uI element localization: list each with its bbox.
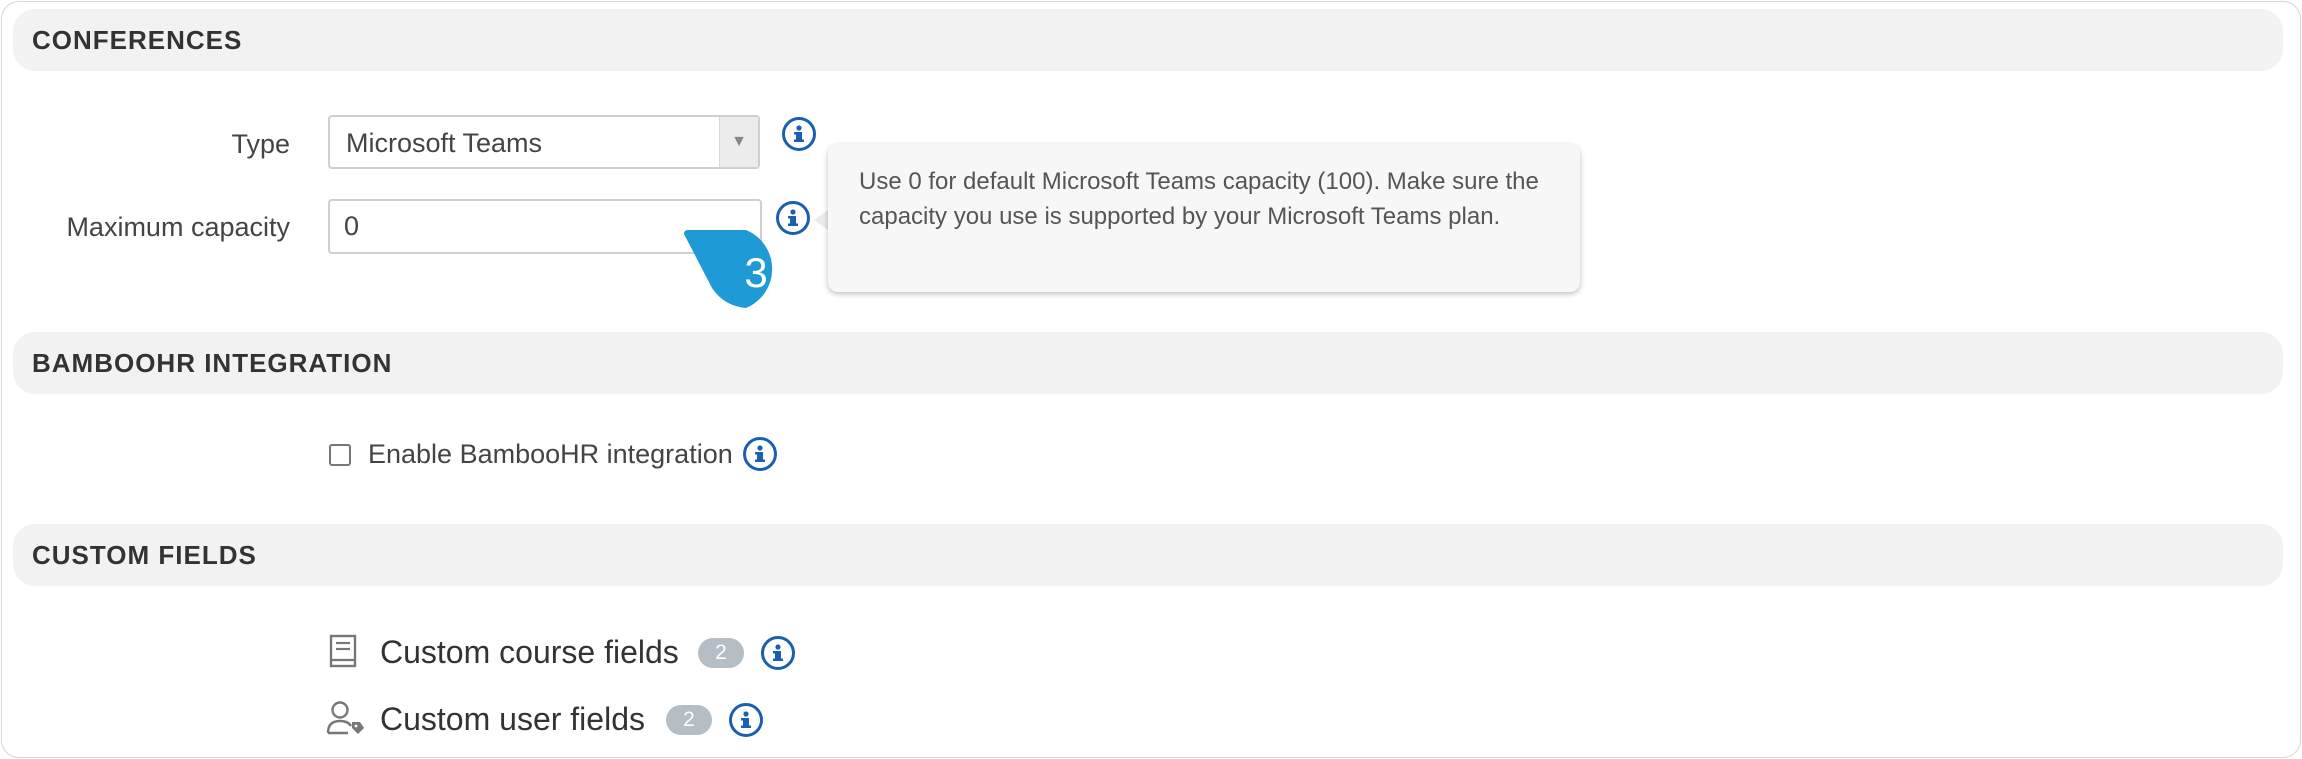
custom-course-fields-link[interactable]: Custom course fields bbox=[380, 632, 679, 672]
info-icon[interactable] bbox=[729, 703, 763, 737]
custom-fields-section-header: CUSTOM FIELDS bbox=[13, 524, 2283, 586]
count-badge: 2 bbox=[698, 638, 744, 668]
bamboohr-section-header: BAMBOOHR INTEGRATION bbox=[13, 332, 2283, 394]
enable-bamboohr-checkbox[interactable] bbox=[329, 444, 351, 466]
tooltip-arrow bbox=[814, 210, 828, 230]
section-title: CUSTOM FIELDS bbox=[32, 540, 257, 570]
enable-bamboohr-label[interactable]: Enable BambooHR integration bbox=[368, 435, 733, 473]
tooltip-text: Use 0 for default Microsoft Teams capaci… bbox=[859, 168, 1539, 230]
section-title: BAMBOOHR INTEGRATION bbox=[32, 348, 393, 378]
capacity-tooltip: Use 0 for default Microsoft Teams capaci… bbox=[828, 144, 1580, 292]
chevron-down-icon[interactable]: ▼ bbox=[719, 117, 758, 167]
book-icon bbox=[329, 634, 357, 668]
count-badge: 2 bbox=[666, 705, 712, 735]
type-label: Type bbox=[231, 129, 290, 159]
maximum-capacity-label: Maximum capacity bbox=[66, 212, 290, 242]
info-icon[interactable] bbox=[782, 117, 816, 151]
section-title: CONFERENCES bbox=[32, 25, 243, 55]
info-icon[interactable] bbox=[743, 437, 777, 471]
conferences-section-header: CONFERENCES bbox=[13, 9, 2283, 71]
step-callout-number: 3 bbox=[744, 249, 768, 296]
type-select-value: Microsoft Teams bbox=[346, 128, 543, 158]
custom-user-fields-link[interactable]: Custom user fields bbox=[380, 699, 645, 739]
type-select[interactable]: Microsoft Teams ▼ bbox=[328, 115, 760, 169]
info-icon[interactable] bbox=[761, 636, 795, 670]
settings-panel: CONFERENCES Type Microsoft Teams ▼ Maxim… bbox=[1, 1, 2301, 758]
user-tag-icon bbox=[326, 701, 364, 735]
